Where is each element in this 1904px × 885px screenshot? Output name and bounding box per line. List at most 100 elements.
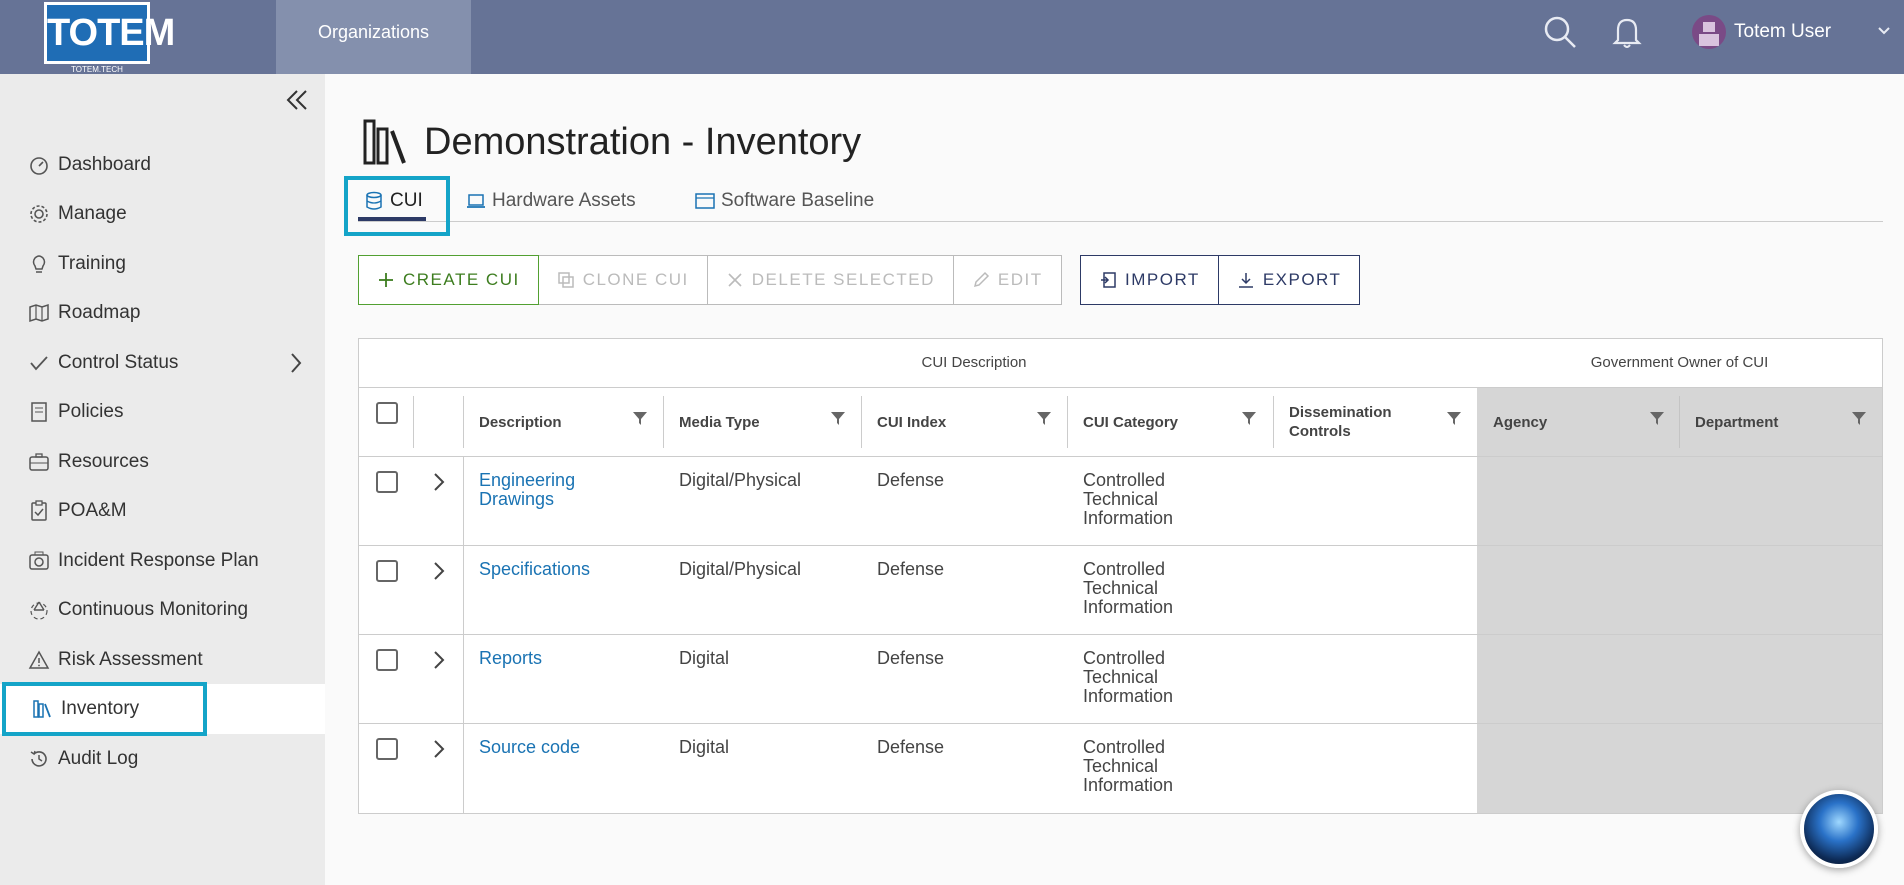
document-icon — [31, 402, 47, 422]
media-type-cell: Digital — [679, 737, 730, 757]
totem-logo[interactable]: TOTEM TOTEM.TECH — [44, 2, 175, 74]
books-icon — [363, 119, 406, 165]
column-dissemination-controls[interactable]: Dissemination Controls — [1273, 388, 1443, 456]
create-cui-button[interactable]: CREATE CUI — [358, 255, 539, 305]
column-divider — [463, 546, 464, 635]
download-icon — [1238, 273, 1253, 288]
filter-icon[interactable] — [1036, 410, 1052, 426]
sidebar-item-incident-response-plan[interactable]: Incident Response Plan — [0, 536, 325, 586]
filter-icon[interactable] — [830, 410, 846, 426]
logo-text: TOTEM — [44, 2, 175, 64]
sidebar-item-manage[interactable]: Manage — [0, 189, 325, 239]
filter-icon[interactable] — [1649, 410, 1665, 426]
chevron-right-icon[interactable] — [431, 560, 447, 582]
chevron-right-icon[interactable] — [431, 471, 447, 493]
description-link[interactable]: Engineering Drawings — [479, 471, 649, 509]
bell-icon[interactable] — [1609, 14, 1645, 50]
select-all-checkbox[interactable] — [376, 402, 398, 424]
user-menu[interactable]: Totem User — [1692, 14, 1831, 50]
chevron-down-icon[interactable] — [1876, 20, 1892, 40]
cui-index-cell: Defense — [877, 470, 945, 490]
sidebar-item-label: Dashboard — [58, 154, 151, 175]
recycle-icon — [30, 601, 48, 620]
table-row[interactable]: Engineering Drawings Digital/Physical De… — [359, 457, 1882, 546]
group-header-government-owner: Government Owner of CUI — [1590, 354, 1769, 371]
row-checkbox[interactable] — [376, 471, 398, 493]
edit-button[interactable]: EDIT — [953, 255, 1062, 305]
sidebar-item-label: Training — [58, 253, 126, 274]
import-export-group: IMPORT EXPORT — [1080, 255, 1361, 305]
chevron-right-icon[interactable] — [431, 649, 447, 671]
nav-organizations[interactable]: Organizations — [276, 0, 471, 74]
sidebar-item-label: Audit Log — [58, 748, 139, 769]
delete-selected-button[interactable]: DELETE SELECTED — [707, 255, 954, 305]
active-tab-highlight — [344, 176, 450, 236]
sidebar-item-control-status[interactable]: Control Status — [0, 338, 325, 388]
tab-label: Hardware Assets — [492, 190, 636, 211]
cui-table: CUI Description Government Owner of CUI … — [358, 338, 1883, 814]
sidebar-item-label: Continuous Monitoring — [58, 599, 249, 620]
sidebar-item-dashboard[interactable]: Dashboard — [0, 140, 325, 190]
edit-label: EDIT — [997, 270, 1043, 289]
clone-cui-button[interactable]: CLONE CUI — [538, 255, 708, 305]
description-link[interactable]: Source code — [479, 738, 649, 757]
logo-subtext: TOTEM.TECH — [71, 65, 123, 74]
cui-category-cell: Controlled Technical Information — [1083, 737, 1174, 795]
filter-icon[interactable] — [1446, 410, 1462, 426]
sidebar-item-poam[interactable]: POA&M — [0, 486, 325, 536]
cui-category-cell: Controlled Technical Information — [1083, 559, 1174, 617]
sidebar-item-training[interactable]: Training — [0, 239, 325, 289]
tab-bar: CUI Hardware Assets Software Baseline — [358, 180, 1883, 222]
camera-icon — [29, 551, 49, 570]
active-item-highlight — [2, 682, 207, 736]
tab-software-baseline[interactable]: Software Baseline — [695, 180, 874, 222]
assistant-chat-button[interactable] — [1800, 790, 1878, 868]
warning-icon — [28, 650, 50, 669]
action-button-group: CREATE CUI CLONE CUI DELETE SELECTED EDI… — [358, 255, 1062, 305]
row-checkbox[interactable] — [376, 560, 398, 582]
filter-icon[interactable] — [1241, 410, 1257, 426]
sidebar-item-label: Incident Response Plan — [58, 550, 259, 571]
sidebar-item-risk-assessment[interactable]: Risk Assessment — [0, 635, 325, 685]
sidebar-item-continuous-monitoring[interactable]: Continuous Monitoring — [0, 585, 325, 635]
description-link[interactable]: Reports — [479, 649, 649, 668]
column-divider — [463, 724, 464, 813]
table-row[interactable]: Specifications Digital/Physical Defense … — [359, 546, 1882, 635]
cui-index-cell: Defense — [877, 559, 945, 579]
lightbulb-icon — [32, 255, 46, 273]
table-row[interactable]: Reports Digital Defense Controlled Techn… — [359, 635, 1882, 724]
column-divider — [463, 635, 464, 724]
import-label: IMPORT — [1125, 270, 1200, 289]
sidebar-item-policies[interactable]: Policies — [0, 387, 325, 437]
media-type-cell: Digital/Physical — [679, 470, 802, 490]
collapse-sidebar-icon[interactable] — [285, 88, 309, 112]
sidebar-item-label: Control Status — [58, 352, 179, 373]
laptop-icon — [467, 194, 485, 208]
import-button[interactable]: IMPORT — [1080, 255, 1219, 305]
row-checkbox[interactable] — [376, 738, 398, 760]
group-header-cui-description: CUI Description — [921, 354, 1027, 371]
sidebar-item-roadmap[interactable]: Roadmap — [0, 288, 325, 338]
description-link[interactable]: Specifications — [479, 560, 649, 579]
chevron-right-icon[interactable] — [431, 738, 447, 760]
table-row[interactable]: Source code Digital Defense Controlled T… — [359, 724, 1882, 813]
filter-icon[interactable] — [632, 410, 648, 426]
row-checkbox[interactable] — [376, 649, 398, 671]
column-divider — [413, 396, 414, 448]
create-cui-label: CREATE CUI — [403, 270, 520, 289]
tab-hardware-assets[interactable]: Hardware Assets — [466, 180, 636, 222]
sidebar-item-audit-log[interactable]: Audit Log — [0, 734, 325, 784]
filter-icon[interactable] — [1851, 410, 1867, 426]
sidebar-item-label: Manage — [58, 203, 127, 224]
delete-selected-label: DELETE SELECTED — [751, 270, 935, 289]
search-icon[interactable] — [1542, 14, 1578, 50]
export-button[interactable]: EXPORT — [1218, 255, 1361, 305]
user-name: Totem User — [1734, 21, 1832, 42]
sidebar-item-resources[interactable]: Resources — [0, 437, 325, 487]
media-type-cell: Digital — [679, 648, 730, 668]
sidebar-item-label: POA&M — [58, 500, 127, 521]
briefcase-icon — [29, 453, 49, 471]
check-icon — [30, 356, 48, 371]
clone-icon — [557, 272, 574, 288]
chevron-right-icon[interactable] — [288, 351, 304, 375]
